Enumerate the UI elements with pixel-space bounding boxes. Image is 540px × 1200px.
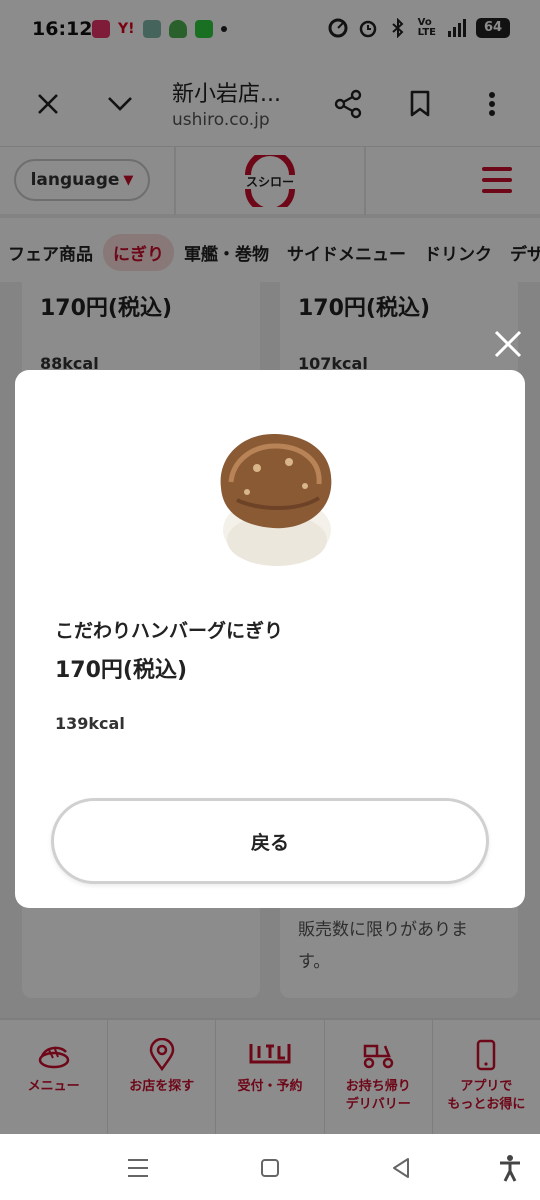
product-price: 170円(税込) (55, 658, 188, 683)
system-navigation-bar (0, 1134, 540, 1200)
product-detail-modal: こだわりハンバーグにぎり 170円(税込) 139kcal 戻る (15, 370, 525, 908)
product-kcal: 139kcal (55, 714, 125, 733)
accessibility-icon[interactable] (496, 1154, 524, 1182)
recent-apps-icon[interactable] (124, 1154, 152, 1182)
product-image (220, 434, 332, 566)
product-name: こだわりハンバーグにぎり (55, 620, 284, 642)
back-button[interactable]: 戻る (51, 798, 489, 884)
home-icon[interactable] (256, 1154, 284, 1182)
close-icon[interactable] (490, 326, 526, 362)
back-icon[interactable] (388, 1154, 416, 1182)
